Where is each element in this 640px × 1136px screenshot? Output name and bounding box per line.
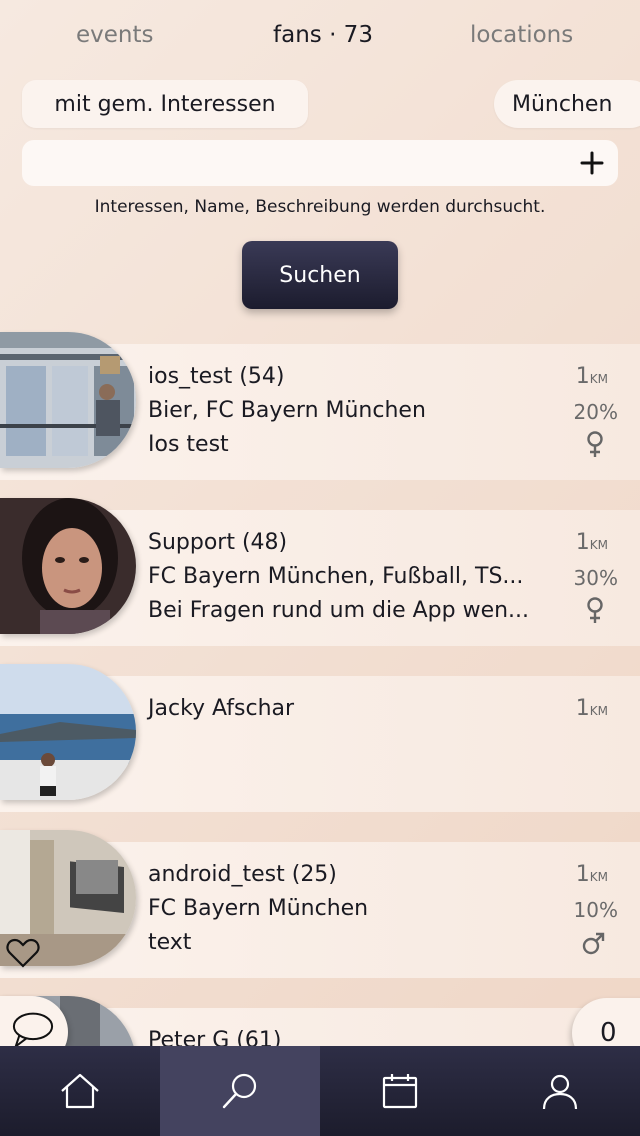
- user-name: Support (48): [148, 530, 288, 555]
- user-interests: Bier, FC Bayern München: [148, 398, 426, 423]
- calendar-icon: [382, 1074, 418, 1109]
- tab-events[interactable]: events: [76, 22, 154, 48]
- search-field: [22, 140, 618, 186]
- list-item[interactable]: ios_test (54) Bier, FC Bayern München Io…: [0, 332, 640, 480]
- distance: 1KM: [575, 862, 608, 887]
- distance: 1KM: [575, 364, 608, 389]
- list-item[interactable]: Support (48) FC Bayern München, Fußball,…: [0, 498, 640, 646]
- search-input[interactable]: [22, 140, 562, 186]
- user-name: ios_test (54): [148, 364, 285, 389]
- nav-profile[interactable]: [480, 1046, 640, 1136]
- distance: 1KM: [575, 696, 608, 721]
- top-tabs: events fans · 73 locations: [0, 22, 640, 62]
- user-description: Bei Fragen rund um die App wen...: [148, 598, 530, 623]
- match-percent: 30%: [573, 566, 618, 590]
- interests-filter-button[interactable]: mit gem. Interessen: [22, 80, 308, 128]
- user-name: Jacky Afschar: [148, 696, 295, 721]
- distance: 1KM: [575, 530, 608, 555]
- user-interests: FC Bayern München, Fußball, TS...: [148, 564, 524, 589]
- user-description: Ios test: [148, 432, 229, 457]
- match-percent: 20%: [573, 400, 618, 424]
- nav-calendar[interactable]: [320, 1046, 480, 1136]
- nav-search[interactable]: [160, 1046, 320, 1136]
- female-icon: [587, 597, 603, 623]
- user-description: text: [148, 930, 192, 955]
- male-icon: [582, 932, 605, 955]
- search-button[interactable]: Suchen: [242, 241, 398, 309]
- bottom-nav: [0, 1046, 640, 1136]
- city-filter-button[interactable]: München: [494, 80, 640, 128]
- heart-icon[interactable]: [6, 938, 40, 968]
- profile-icon: [542, 1074, 578, 1110]
- search-icon: [222, 1073, 257, 1109]
- search-hint: Interessen, Name, Beschreibung werden du…: [94, 197, 546, 217]
- avatar[interactable]: [0, 664, 136, 800]
- plus-icon[interactable]: [576, 147, 608, 179]
- user-name: android_test (25): [148, 862, 337, 887]
- tab-locations[interactable]: locations: [470, 22, 573, 48]
- home-icon: [61, 1073, 99, 1109]
- list-item[interactable]: Jacky Afschar 1KM: [0, 664, 640, 812]
- avatar[interactable]: [0, 498, 136, 634]
- nav-home[interactable]: [0, 1046, 160, 1136]
- tab-fans[interactable]: fans · 73: [273, 22, 373, 48]
- user-interests: FC Bayern München: [148, 896, 369, 921]
- chat-bubble-icon: [12, 1012, 54, 1050]
- match-percent: 10%: [573, 898, 618, 922]
- avatar[interactable]: [0, 332, 136, 468]
- list-item[interactable]: android_test (25) FC Bayern München text…: [0, 830, 640, 978]
- female-icon: [587, 431, 603, 457]
